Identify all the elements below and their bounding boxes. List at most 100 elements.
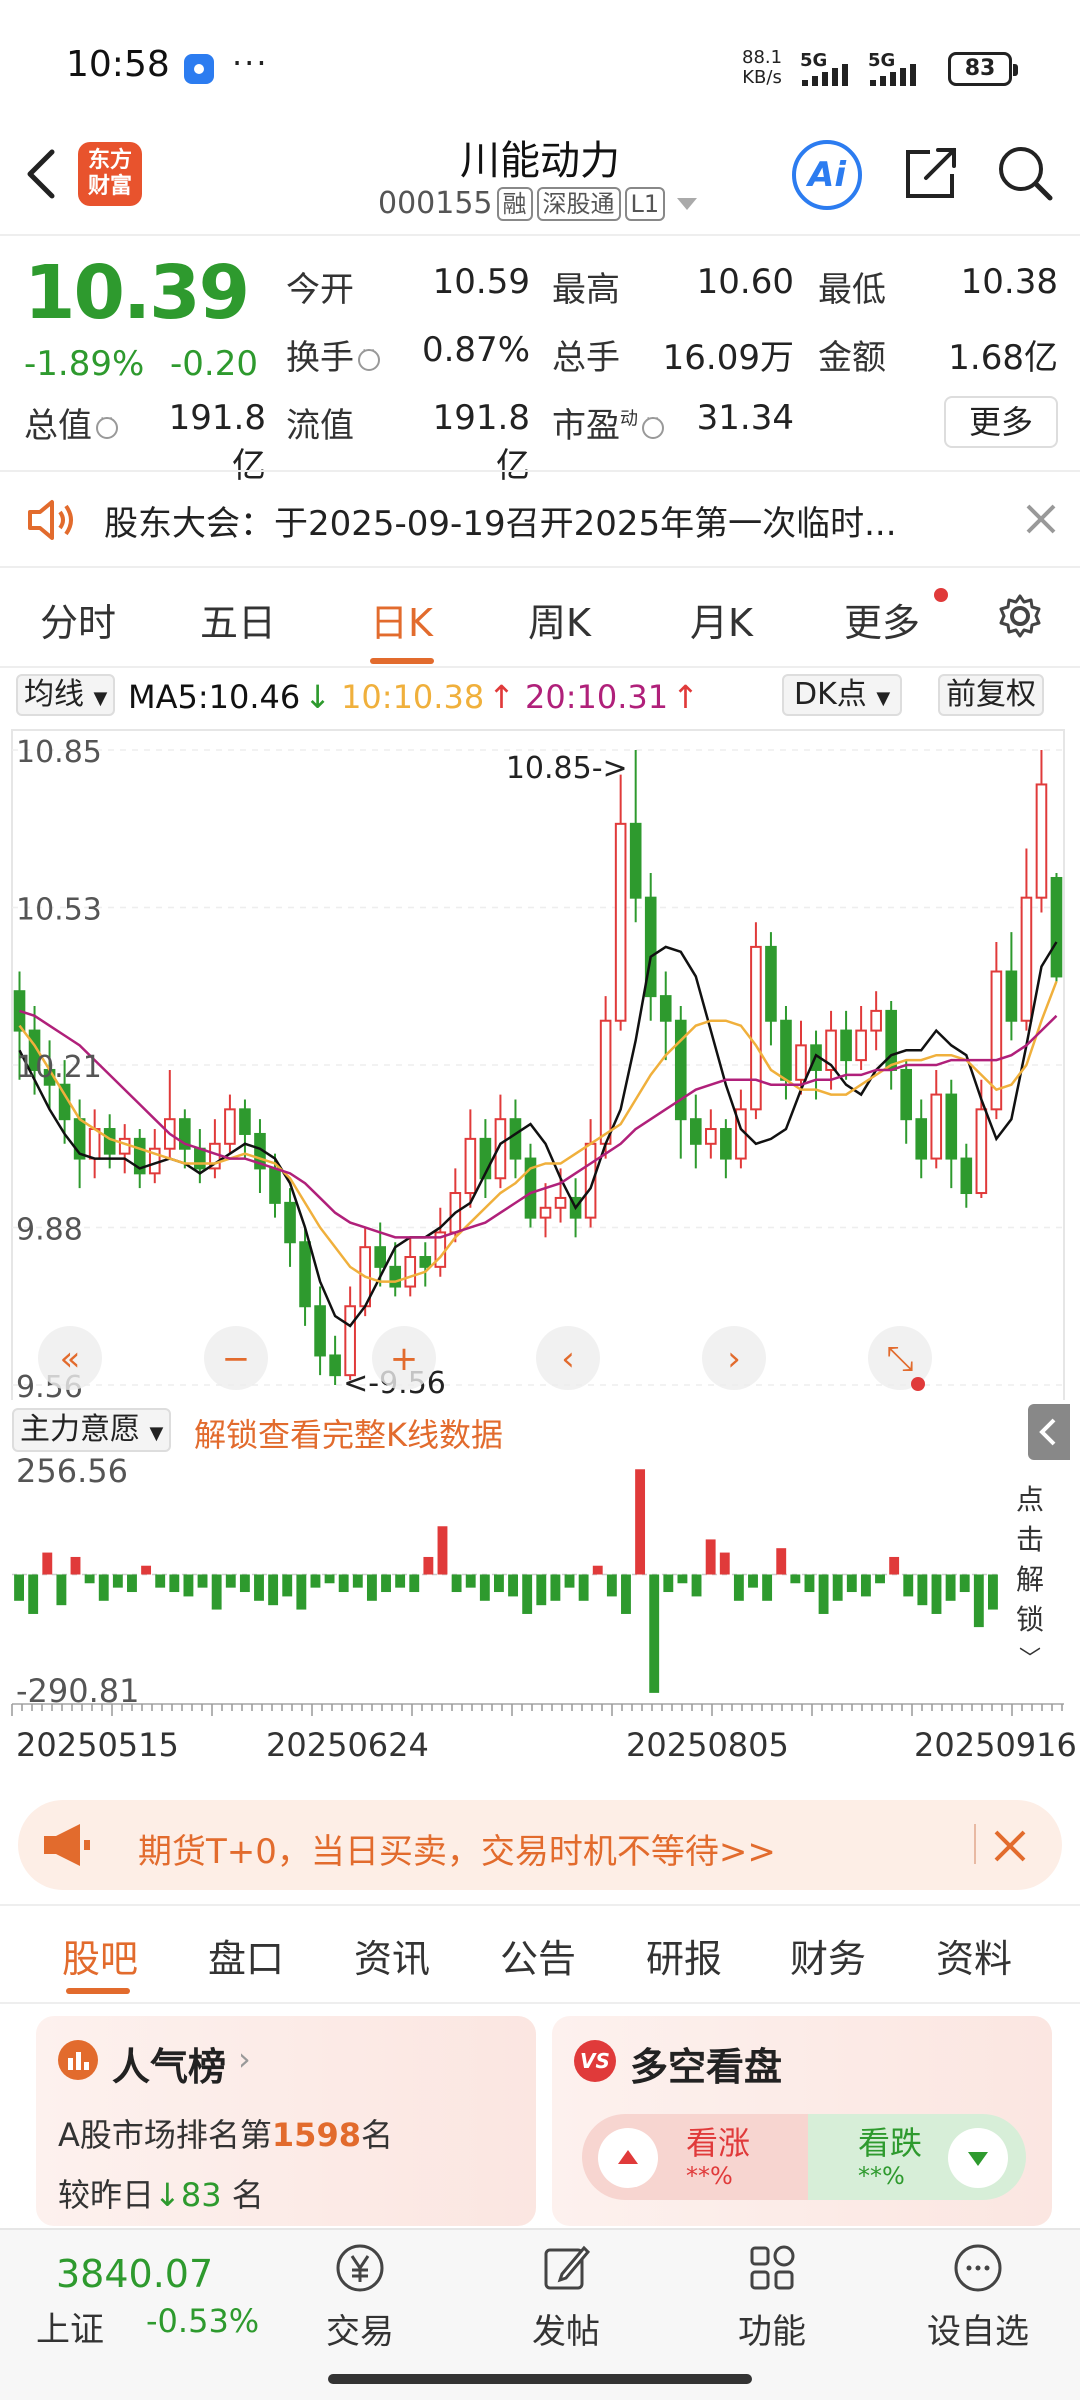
delta-suffix: 名 <box>221 2176 264 2214</box>
high-value: 10.60 <box>696 262 794 302</box>
tab-five-day[interactable]: 五日 <box>200 592 276 647</box>
indicator-bar <box>84 1574 95 1584</box>
tab-daily-k[interactable]: 日K <box>370 592 433 647</box>
indicator-bar <box>846 1574 857 1593</box>
promo-text[interactable]: 期货T+0，当日买卖，交易时机不等待>> <box>138 1824 776 1873</box>
ma10-arrow: ↑ <box>488 678 515 716</box>
tab-orderbook[interactable]: 盘口 <box>208 1928 284 1983</box>
zoom-out-icon[interactable]: − <box>204 1326 268 1390</box>
turnover-label[interactable]: 换手 <box>286 330 380 379</box>
nav-add-watchlist-label: 设自选 <box>927 2312 1029 2352</box>
date-tick: 20250515 <box>16 1726 179 1764</box>
more-button[interactable]: 更多 <box>944 396 1058 448</box>
tab-monthly-k[interactable]: 月K <box>690 592 753 647</box>
candle-body <box>299 1241 311 1308</box>
popularity-title: 人气榜 <box>112 2045 227 2089</box>
pe-value: 31.34 <box>696 398 794 438</box>
stock-subtitle[interactable]: 000155 融 深股通 L1 <box>378 186 698 221</box>
notice-text[interactable]: 股东大会：于2025-09-19召开2025年第一次临时... <box>104 496 984 545</box>
nav-functions[interactable]: 功能 <box>712 2240 832 2353</box>
candle-body <box>284 1201 296 1244</box>
candle-body <box>419 1256 432 1268</box>
ma5-value: MA5:10.46 <box>128 678 301 716</box>
ma5-arrow: ↓ <box>304 678 332 716</box>
nav-trade[interactable]: 交易 <box>300 2240 420 2353</box>
tab-announcements[interactable]: 公告 <box>500 1928 576 1983</box>
adjust-select[interactable]: 前复权 <box>938 674 1044 716</box>
y-tick-label: 10.21 <box>16 1050 102 1085</box>
button-glyph: › <box>727 1339 741 1379</box>
dk-point-button[interactable]: DK点 ▼ <box>782 674 903 716</box>
pe-sup: 动 <box>620 408 638 430</box>
nav-functions-label: 功能 <box>738 2312 806 2352</box>
nav-trade-label: 交易 <box>326 2312 394 2352</box>
stock-code: 000155 <box>378 186 493 221</box>
indicator-bar <box>282 1574 293 1597</box>
ai-assistant-icon[interactable]: Ai <box>792 140 862 210</box>
arrow-up-icon[interactable] <box>598 2128 658 2188</box>
scroll-right-icon[interactable]: › <box>702 1326 766 1390</box>
indicator-bar <box>550 1574 561 1601</box>
index-value[interactable]: 3840.07 <box>56 2252 213 2296</box>
tab-profile[interactable]: 资料 <box>936 1928 1012 1983</box>
indicator-bar <box>818 1574 829 1614</box>
tab-intraday[interactable]: 分时 <box>40 592 116 647</box>
caret-down-icon: ▼ <box>93 688 108 709</box>
tab-finance[interactable]: 财务 <box>790 1928 866 1983</box>
unlock-side-button[interactable]: 点 击 解 锁 ﹀ <box>1000 1480 1060 1672</box>
tab-more[interactable]: 更多 <box>844 592 920 647</box>
y-tick-label: 10.53 <box>16 893 102 928</box>
ma20-arrow: ↑ <box>672 678 699 716</box>
tab-news[interactable]: 资讯 <box>354 1928 430 1983</box>
kline-chart[interactable]: 10.8510.5310.219.889.5610.85-><-9.56«−+‹… <box>0 720 1080 1400</box>
candle-body <box>118 1137 131 1155</box>
share-icon[interactable] <box>900 142 962 204</box>
candle-body <box>689 1118 702 1145</box>
arrow-down-icon[interactable] <box>948 2128 1008 2188</box>
candle-body <box>1035 783 1048 899</box>
candle-body <box>194 1147 206 1170</box>
nav-post-label: 发帖 <box>532 2312 600 2352</box>
indicator-bar <box>522 1574 533 1614</box>
index-change[interactable]: -0.53% <box>146 2302 259 2340</box>
close-icon[interactable] <box>990 1826 1030 1866</box>
divider <box>0 2002 1080 2004</box>
close-icon[interactable] <box>1022 500 1060 538</box>
tab-research[interactable]: 研报 <box>646 1928 722 1983</box>
max-marker: 10.85-> <box>506 751 628 786</box>
mktcap-label[interactable]: 总值 <box>24 398 118 447</box>
search-icon[interactable] <box>994 142 1056 204</box>
indicator-bar <box>677 1574 688 1584</box>
gear-icon[interactable] <box>996 592 1044 640</box>
indicator-bar <box>465 1574 476 1588</box>
indicator-bar <box>112 1574 123 1588</box>
pe-label[interactable]: 市盈动 <box>552 398 664 447</box>
indicator-bar <box>663 1574 674 1593</box>
amount-label: 金额 <box>818 338 886 378</box>
popularity-delta: 较昨日↓83 名 <box>58 2170 264 2216</box>
candle-body <box>885 1009 897 1071</box>
nav-post[interactable]: 发帖 <box>506 2240 626 2353</box>
zoom-in-icon[interactable]: + <box>372 1326 436 1390</box>
ma-select[interactable]: 均线 ▼ <box>16 674 116 716</box>
indicator-bar <box>169 1574 180 1593</box>
info-icon <box>642 411 664 439</box>
caret-down-icon: ▼ <box>876 688 891 709</box>
indicator-bar <box>28 1574 39 1614</box>
index-name[interactable]: 上证 <box>36 2302 104 2351</box>
button-glyph: ⤡ <box>886 1339 913 1379</box>
indicator-bar <box>352 1574 363 1588</box>
nav-add-watchlist[interactable]: 设自选 <box>918 2240 1038 2353</box>
rank-suffix: 名 <box>360 2116 393 2154</box>
fast-back-icon[interactable]: « <box>38 1326 102 1390</box>
scroll-left-icon[interactable]: ‹ <box>536 1326 600 1390</box>
candle-body <box>900 1068 913 1121</box>
signal-bars-icon <box>802 64 848 86</box>
net-speed-value: 88.1 <box>742 47 783 68</box>
tab-forum[interactable]: 股吧 <box>62 1928 138 1983</box>
candle-body <box>930 1093 943 1160</box>
home-indicator[interactable] <box>328 2374 752 2384</box>
indicator-bar <box>423 1556 434 1575</box>
tab-weekly-k[interactable]: 周K <box>528 592 591 647</box>
indicator-chart[interactable]: 256.56-290.81 <box>0 1420 1080 1720</box>
